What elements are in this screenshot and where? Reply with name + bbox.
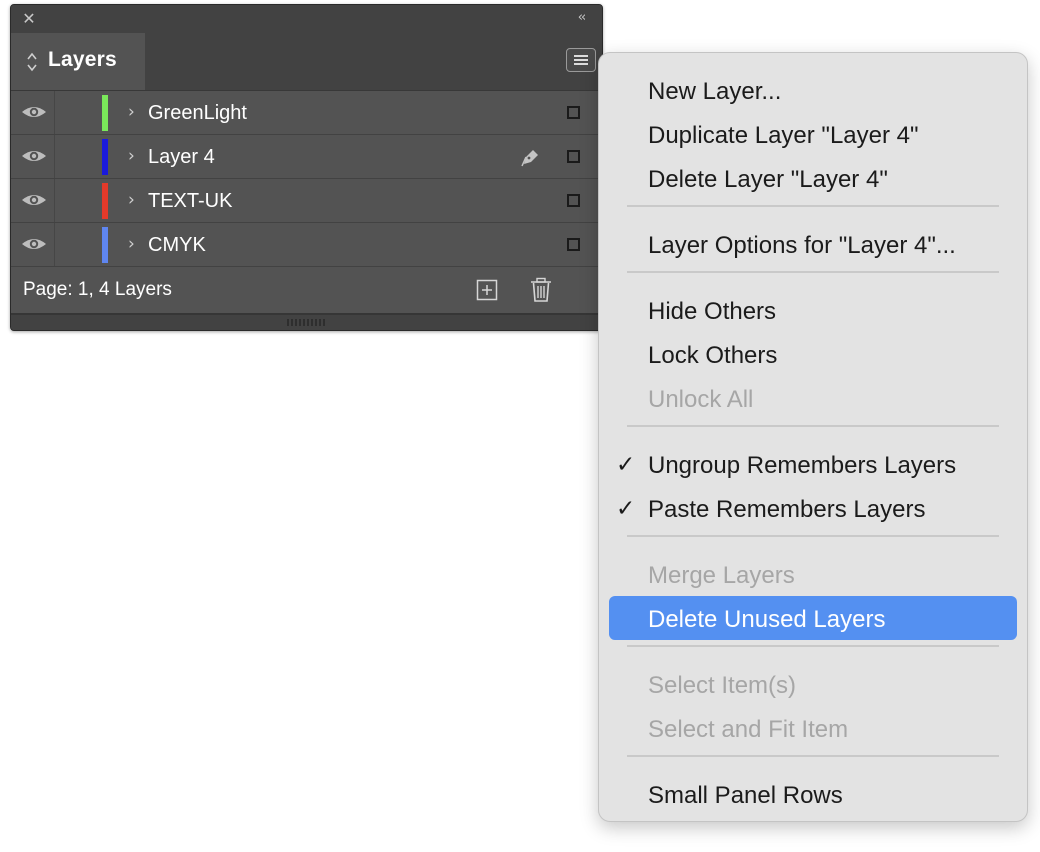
- menu-item-label: Delete Layer "Layer 4": [648, 166, 888, 193]
- panel-resize-bar[interactable]: [11, 313, 602, 330]
- menu-item-hide-others[interactable]: Hide Others: [609, 288, 1017, 332]
- menu-item-label: Duplicate Layer "Layer 4": [648, 122, 919, 149]
- layer-color-swatch: [102, 95, 108, 131]
- close-icon[interactable]: ✕: [21, 11, 37, 27]
- updown-arrows-icon: [27, 52, 37, 72]
- hamburger-icon-line: [574, 55, 588, 57]
- hamburger-icon-line: [574, 59, 588, 61]
- column-divider: [54, 135, 55, 178]
- layer-name: CMYK: [148, 234, 206, 256]
- menu-item-label: Ungroup Remembers Layers: [648, 452, 957, 479]
- layer-name: GreenLight: [148, 102, 247, 124]
- panel-footer: Page: 1, 4 Layers: [11, 267, 602, 313]
- menu-item-paste-remembers-layers[interactable]: ✓ Paste Remembers Layers: [609, 486, 1017, 530]
- layer-color-swatch: [102, 227, 108, 263]
- eye-icon[interactable]: [20, 147, 48, 165]
- menu-item-label: Delete Unused Layers: [648, 606, 886, 633]
- menu-item-label: Small Panel Rows: [648, 782, 843, 809]
- layer-select-box[interactable]: [567, 238, 580, 251]
- menu-item-small-panel-rows[interactable]: Small Panel Rows: [609, 772, 1017, 816]
- layer-select-box[interactable]: [567, 150, 580, 163]
- menu-item-ungroup-remembers-layers[interactable]: ✓ Ungroup Remembers Layers: [609, 442, 1017, 486]
- menu-item-delete-unused-layers[interactable]: Delete Unused Layers: [609, 596, 1017, 640]
- menu-item-select-items[interactable]: Select Item(s): [609, 662, 1017, 706]
- menu-item-label: New Layer...: [648, 78, 782, 105]
- menu-item-label: Unlock All: [648, 386, 754, 413]
- menu-item-label: Select Item(s): [648, 672, 797, 699]
- menu-item-label: Layer Options for "Layer 4"...: [648, 232, 956, 259]
- layer-name: Layer 4: [148, 146, 215, 168]
- page-layer-count: Page: 1, 4 Layers: [23, 279, 172, 300]
- layer-color-swatch: [102, 183, 108, 219]
- eye-icon[interactable]: [20, 103, 48, 121]
- layer-row[interactable]: › GreenLight: [11, 91, 602, 135]
- layer-name: TEXT-UK: [148, 190, 233, 212]
- menu-item-unlock-all[interactable]: Unlock All: [609, 376, 1017, 420]
- tab-label: Layers: [48, 48, 117, 71]
- layers-panel: ✕ ‹‹ Layers › GreenLight › Layer 4 › TEX…: [10, 4, 603, 331]
- menu-separator: [627, 535, 999, 537]
- layer-select-box[interactable]: [567, 194, 580, 207]
- column-divider: [54, 223, 55, 266]
- layer-row[interactable]: › Layer 4: [11, 135, 602, 179]
- collapse-double-chevron-icon[interactable]: ‹‹: [572, 10, 590, 26]
- layer-color-swatch: [102, 139, 108, 175]
- panel-titlebar[interactable]: ✕ ‹‹: [11, 5, 602, 33]
- trash-icon[interactable]: [529, 277, 553, 303]
- menu-item-layer-options[interactable]: Layer Options for "Layer 4"...: [609, 222, 1017, 266]
- menu-separator: [627, 425, 999, 427]
- chevron-right-icon[interactable]: ›: [128, 101, 135, 123]
- panel-tabbar: Layers: [11, 33, 602, 91]
- menu-item-duplicate-layer[interactable]: Duplicate Layer "Layer 4": [609, 112, 1017, 156]
- eye-icon[interactable]: [20, 235, 48, 253]
- panel-menu-button[interactable]: [566, 48, 596, 72]
- menu-item-label: Lock Others: [648, 342, 778, 369]
- pen-icon: [521, 150, 538, 167]
- checkmark-icon: ✓: [616, 496, 636, 522]
- menu-item-label: Hide Others: [648, 298, 777, 325]
- layer-list: › GreenLight › Layer 4 › TEXT-UK › CMYK: [11, 91, 602, 267]
- chevron-right-icon[interactable]: ›: [128, 189, 135, 211]
- menu-separator: [627, 205, 999, 207]
- tab-layers[interactable]: Layers: [11, 33, 145, 90]
- menu-item-label: Paste Remembers Layers: [648, 496, 926, 523]
- menu-item-label: Merge Layers: [648, 562, 795, 589]
- resize-grip-icon[interactable]: [287, 319, 325, 326]
- chevron-right-icon[interactable]: ›: [128, 145, 135, 167]
- new-layer-icon[interactable]: [476, 279, 498, 301]
- menu-item-new-layer[interactable]: New Layer...: [609, 68, 1017, 112]
- menu-separator: [627, 271, 999, 273]
- chevron-right-icon[interactable]: ›: [128, 233, 135, 255]
- menu-item-select-and-fit-item[interactable]: Select and Fit Item: [609, 706, 1017, 750]
- layer-select-box[interactable]: [567, 106, 580, 119]
- layer-row[interactable]: › TEXT-UK: [11, 179, 602, 223]
- menu-item-merge-layers[interactable]: Merge Layers: [609, 552, 1017, 596]
- menu-item-lock-others[interactable]: Lock Others: [609, 332, 1017, 376]
- menu-item-label: Select and Fit Item: [648, 716, 849, 743]
- layer-row[interactable]: › CMYK: [11, 223, 602, 267]
- menu-item-delete-layer[interactable]: Delete Layer "Layer 4": [609, 156, 1017, 200]
- menu-separator: [627, 645, 999, 647]
- column-divider: [54, 179, 55, 222]
- column-divider: [54, 91, 55, 134]
- hamburger-icon-line: [574, 63, 588, 65]
- eye-icon[interactable]: [20, 191, 48, 209]
- menu-separator: [627, 755, 999, 757]
- checkmark-icon: ✓: [616, 452, 636, 478]
- layers-panel-menu: New Layer... Duplicate Layer "Layer 4" D…: [598, 52, 1028, 822]
